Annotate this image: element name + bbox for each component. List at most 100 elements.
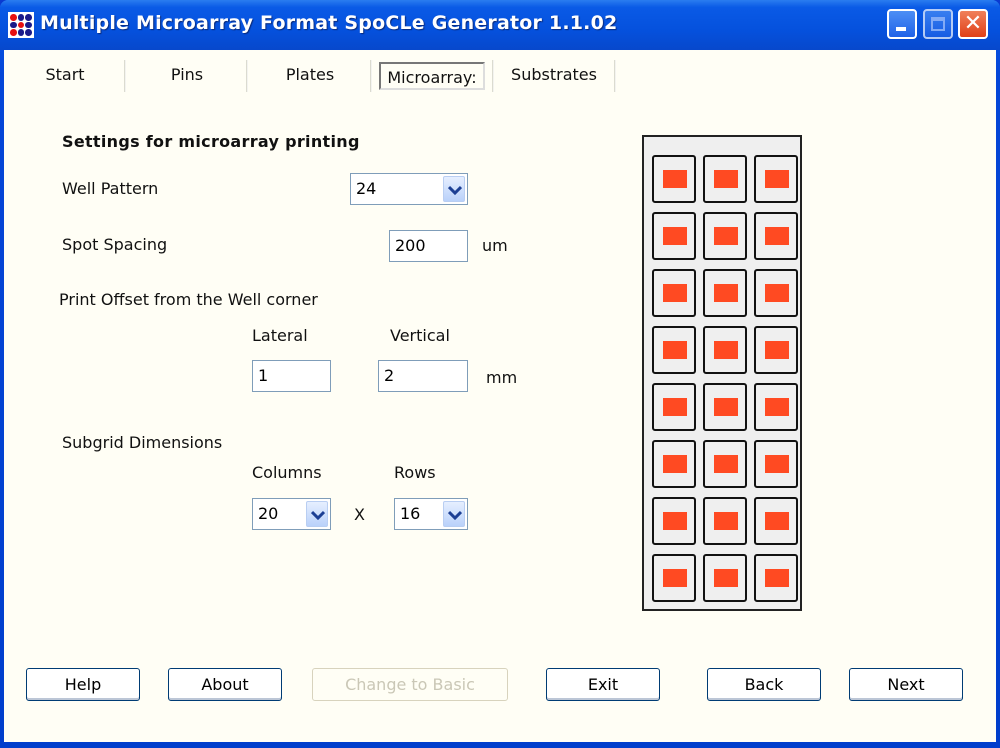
client-area: Start Pins Plates Microarray: Substrates… (4, 50, 996, 742)
well (754, 497, 798, 545)
chevron-down-icon (311, 510, 325, 520)
dot-grid-icon (8, 12, 34, 38)
print-spot (714, 284, 738, 302)
dropdown-button[interactable] (443, 501, 465, 527)
chevron-down-icon (448, 510, 462, 520)
well (652, 554, 696, 602)
well (652, 155, 696, 203)
chevron-down-icon (448, 185, 462, 195)
print-spot (765, 284, 789, 302)
print-spot (663, 455, 687, 473)
next-button[interactable]: Next (849, 668, 963, 701)
columns-value: 20 (258, 504, 279, 523)
well (703, 554, 747, 602)
spot-spacing-input[interactable] (389, 230, 468, 262)
exit-button[interactable]: Exit (546, 668, 660, 701)
well (754, 212, 798, 260)
well (754, 554, 798, 602)
subgrid-dimensions-label: Subgrid Dimensions (62, 433, 223, 452)
rows-value: 16 (400, 504, 421, 523)
tab-divider (124, 60, 126, 92)
vertical-offset-input[interactable] (378, 360, 468, 392)
well (703, 212, 747, 260)
well (652, 440, 696, 488)
print-spot (765, 227, 789, 245)
well (754, 155, 798, 203)
app-window: Multiple Microarray Format SpoCLe Genera… (0, 0, 1000, 748)
well (754, 383, 798, 431)
well (703, 440, 747, 488)
rows-label: Rows (394, 463, 436, 482)
well (652, 326, 696, 374)
tab-pins[interactable]: Pins (146, 58, 228, 94)
tab-substrates[interactable]: Substrates (500, 58, 608, 94)
print-spot (765, 170, 789, 188)
well-pattern-value: 24 (356, 179, 377, 198)
lateral-offset-input[interactable] (252, 360, 331, 392)
well (754, 326, 798, 374)
spot-spacing-label: Spot Spacing (62, 235, 168, 254)
print-spot (765, 398, 789, 416)
dropdown-button[interactable] (306, 501, 328, 527)
well (754, 269, 798, 317)
print-spot (663, 170, 687, 188)
print-spot (663, 227, 687, 245)
tab-divider (614, 60, 616, 92)
change-to-basic-button: Change to Basic (312, 668, 508, 701)
dropdown-button[interactable] (443, 176, 465, 202)
close-button[interactable]: ✕ (958, 9, 988, 39)
print-spot (714, 512, 738, 530)
rows-select[interactable]: 16 (394, 498, 468, 530)
close-icon: ✕ (963, 11, 983, 36)
print-spot (663, 284, 687, 302)
window-title: Multiple Microarray Format SpoCLe Genera… (40, 12, 618, 34)
spot-spacing-field[interactable] (395, 231, 467, 260)
print-spot (765, 512, 789, 530)
columns-label: Columns (252, 463, 322, 482)
print-spot (765, 569, 789, 587)
well (703, 383, 747, 431)
tab-plates[interactable]: Plates (268, 58, 352, 94)
print-spot (663, 512, 687, 530)
print-offset-label: Print Offset from the Well corner (59, 290, 318, 309)
well-pattern-label: Well Pattern (62, 179, 159, 198)
print-spot (714, 341, 738, 359)
about-button[interactable]: About (168, 668, 282, 701)
print-spot (765, 455, 789, 473)
tab-start[interactable]: Start (24, 58, 106, 94)
lateral-label: Lateral (252, 326, 308, 345)
help-button[interactable]: Help (26, 668, 140, 701)
well (703, 269, 747, 317)
print-spot (663, 341, 687, 359)
well (703, 326, 747, 374)
well-pattern-select[interactable]: 24 (350, 173, 468, 205)
well (652, 497, 696, 545)
times-symbol: X (354, 505, 365, 524)
well (652, 269, 696, 317)
tab-divider (492, 60, 494, 92)
print-spot (714, 227, 738, 245)
tab-divider (246, 60, 248, 92)
print-spot (663, 398, 687, 416)
print-spot (663, 569, 687, 587)
settings-heading: Settings for microarray printing (62, 132, 360, 151)
maximize-button[interactable] (923, 9, 953, 39)
minimize-button[interactable] (887, 9, 917, 39)
print-spot (714, 569, 738, 587)
well (652, 212, 696, 260)
print-spot (714, 170, 738, 188)
columns-select[interactable]: 20 (252, 498, 331, 530)
tab-divider (370, 60, 372, 92)
spot-spacing-unit: um (482, 236, 508, 255)
offset-unit: mm (486, 368, 518, 387)
print-spot (714, 455, 738, 473)
title-bar[interactable]: Multiple Microarray Format SpoCLe Genera… (0, 0, 1000, 50)
vertical-offset-field[interactable] (384, 361, 467, 390)
print-spot (765, 341, 789, 359)
tab-microarray[interactable]: Microarray: (379, 62, 485, 90)
well (703, 497, 747, 545)
well (754, 440, 798, 488)
lateral-offset-field[interactable] (258, 361, 330, 390)
back-button[interactable]: Back (707, 668, 821, 701)
well (703, 155, 747, 203)
